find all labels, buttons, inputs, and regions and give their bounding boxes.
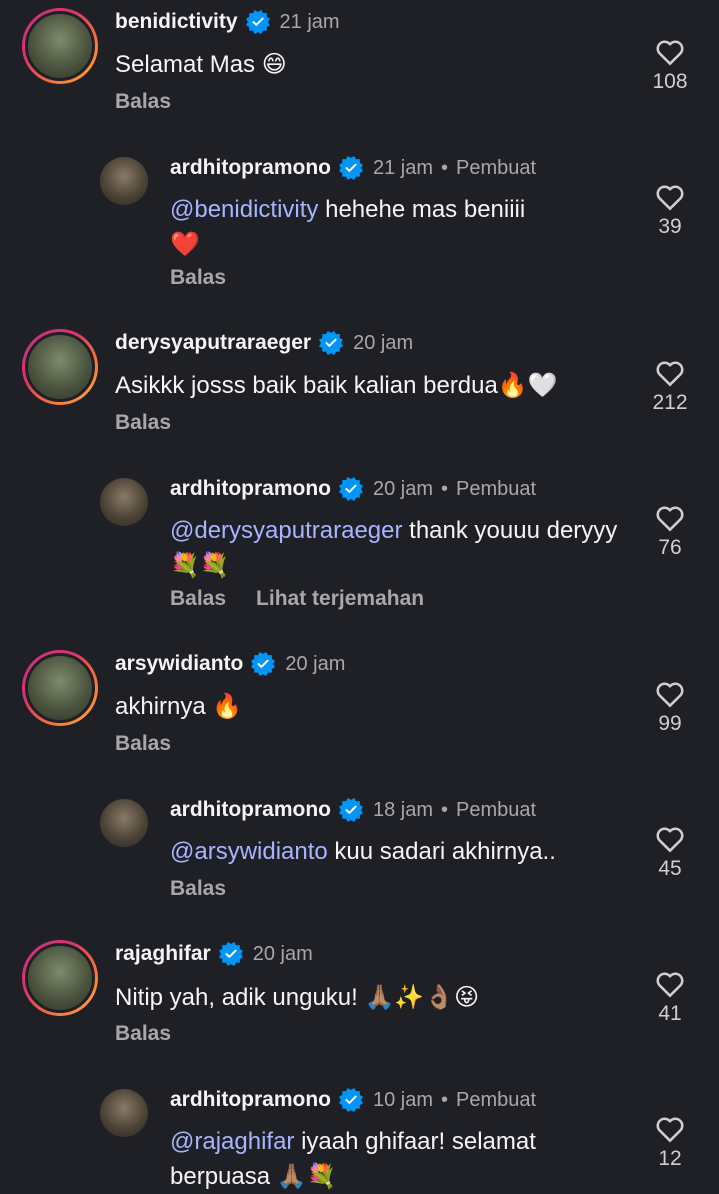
comment-text: @derysyaputraraeger thank youuu deryyy 💐…: [170, 517, 618, 579]
heart-icon[interactable]: [654, 823, 686, 853]
comment-text: Nitip yah, adik unguku! 🙏🏽✨👌🏽😝: [115, 983, 480, 1011]
emoji: 🙏🏽💐: [276, 1162, 337, 1190]
emoji: 💐💐: [170, 551, 230, 579]
avatar[interactable]: [100, 478, 148, 526]
like-count: 99: [658, 712, 682, 735]
emoji: 🔥🤍: [497, 371, 558, 399]
username[interactable]: ardhitopramono: [170, 156, 331, 180]
like-count: 108: [652, 70, 688, 93]
timestamp: 18 jam: [373, 798, 434, 821]
heart-icon[interactable]: [654, 181, 686, 211]
username[interactable]: ardhitopramono: [170, 798, 331, 822]
timestamp: 20 jam: [285, 652, 346, 675]
emoji: 🔥: [212, 692, 243, 720]
comment-text: @benidictivity hehehe mas beniiii ❤️: [170, 196, 526, 258]
timestamp: 10 jam: [373, 1088, 434, 1111]
translate-button[interactable]: Lihat terjemahan: [256, 587, 424, 611]
username[interactable]: arsywidianto: [115, 652, 243, 676]
emoji: 😄: [261, 50, 287, 78]
username[interactable]: ardhitopramono: [170, 477, 331, 501]
heart-icon[interactable]: [654, 1113, 686, 1143]
heart-icon[interactable]: [654, 357, 686, 387]
reply-button[interactable]: Balas: [115, 732, 171, 756]
like-count: 212: [652, 391, 688, 414]
heart-icon[interactable]: [654, 968, 686, 998]
comment-text: Asikkk josss baik baik kalian berdua🔥🤍: [115, 371, 558, 399]
heart-icon[interactable]: [654, 502, 686, 532]
comment-text: Selamat Mas 😄: [115, 50, 287, 78]
timestamp: 20 jam: [353, 331, 414, 354]
like-count: 12: [658, 1147, 682, 1170]
creator-label: Pembuat: [456, 1088, 537, 1111]
reply-button[interactable]: Balas: [115, 90, 171, 114]
avatar[interactable]: [100, 157, 148, 205]
verified-badge-icon: [246, 10, 270, 34]
comment-text: @arsywidianto kuu sadari akhirnya..: [170, 838, 556, 865]
timestamp: 21 jam: [373, 156, 434, 179]
timestamp: 20 jam: [252, 942, 313, 965]
avatar[interactable]: [100, 799, 148, 847]
verified-badge-icon: [339, 156, 363, 180]
avatar[interactable]: [22, 8, 98, 84]
verified-badge-icon: [339, 477, 363, 501]
like-count: 41: [658, 1002, 682, 1025]
verified-badge-icon: [319, 331, 343, 355]
reply-button[interactable]: Balas: [170, 266, 226, 290]
avatar[interactable]: [100, 1089, 148, 1137]
avatar[interactable]: [22, 940, 98, 1016]
heart-icon[interactable]: [654, 36, 686, 66]
emoji: ❤️: [170, 230, 200, 258]
avatar[interactable]: [22, 329, 98, 405]
timestamp: 20 jam: [373, 477, 434, 500]
mention-link[interactable]: @arsywidianto: [170, 838, 328, 865]
username[interactable]: benidictivity: [115, 10, 238, 34]
creator-label: Pembuat: [456, 798, 537, 821]
avatar[interactable]: [22, 650, 98, 726]
emoji: 🙏🏽✨👌🏽😝: [364, 983, 480, 1011]
verified-badge-icon: [339, 798, 363, 822]
username[interactable]: derysyaputraraeger: [115, 331, 311, 355]
comment-text: akhirnya 🔥: [115, 692, 243, 720]
creator-label: Pembuat: [456, 477, 537, 500]
mention-link[interactable]: @derysyaputraraeger: [170, 517, 402, 544]
timestamp: 21 jam: [279, 10, 340, 33]
like-count: 45: [658, 857, 682, 880]
reply-button[interactable]: Balas: [115, 1022, 171, 1046]
mention-link[interactable]: @benidictivity: [170, 196, 318, 223]
verified-badge-icon: [251, 652, 275, 676]
username[interactable]: ardhitopramono: [170, 1088, 331, 1112]
comment-text: @rajaghifar iyaah ghifaar! selamat berpu…: [170, 1128, 536, 1190]
reply-button[interactable]: Balas: [115, 411, 171, 435]
reply-button[interactable]: Balas: [170, 877, 226, 901]
reply-button[interactable]: Balas: [170, 587, 226, 611]
like-count: 76: [658, 536, 682, 559]
mention-link[interactable]: @rajaghifar: [170, 1128, 294, 1155]
heart-icon[interactable]: [654, 678, 686, 708]
verified-badge-icon: [339, 1088, 363, 1112]
creator-label: Pembuat: [456, 156, 537, 179]
username[interactable]: rajaghifar: [115, 942, 211, 966]
like-count: 39: [658, 215, 682, 238]
verified-badge-icon: [219, 942, 243, 966]
